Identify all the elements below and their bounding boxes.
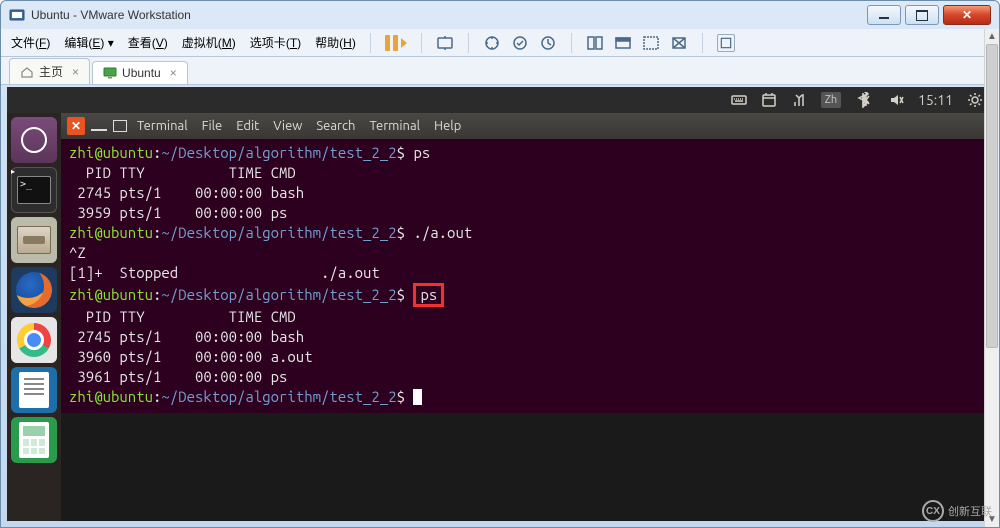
close-button[interactable] bbox=[943, 5, 991, 25]
snapshot-manager-icon[interactable] bbox=[539, 34, 557, 52]
terminal-minimize-button[interactable] bbox=[91, 121, 107, 131]
terminal-menu-help[interactable]: Help bbox=[434, 119, 461, 133]
launcher-files[interactable] bbox=[11, 217, 57, 263]
vmware-icon bbox=[9, 7, 25, 23]
library-icon[interactable] bbox=[717, 34, 735, 52]
snapshot-take-icon[interactable] bbox=[483, 34, 501, 52]
window-title: Ubuntu - VMware Workstation bbox=[31, 8, 867, 22]
menu-file[interactable]: 文件(F) bbox=[11, 34, 50, 51]
tab-home-label: 主页 bbox=[39, 63, 63, 80]
keyboard-indicator-icon[interactable] bbox=[731, 92, 747, 108]
terminal-menu-file[interactable]: File bbox=[202, 119, 223, 133]
unity-top-panel: Zh 15:11 bbox=[7, 87, 993, 113]
menu-tabs[interactable]: 选项卡(T) bbox=[250, 34, 301, 51]
pause-button[interactable] bbox=[385, 35, 407, 51]
launcher-firefox[interactable] bbox=[11, 267, 57, 313]
terminal-titlebar[interactable]: ✕ Terminal File Edit View Search Termina… bbox=[61, 113, 993, 139]
running-indicator-icon: ▸ bbox=[11, 167, 15, 176]
scroll-up-button[interactable]: ▲ bbox=[985, 29, 999, 44]
bluetooth-icon[interactable] bbox=[855, 92, 874, 108]
highlighted-command: ps bbox=[413, 283, 444, 307]
monitor-icon bbox=[103, 66, 117, 80]
scrollbar-thumb[interactable] bbox=[986, 44, 998, 348]
watermark-text: 创新互联 bbox=[948, 503, 992, 519]
guest-viewport[interactable]: Zh 15:11 ▸ >_ ✕ bbox=[7, 87, 993, 521]
console-view-icon[interactable] bbox=[642, 34, 660, 52]
tab-bar: 主页 × Ubuntu × bbox=[1, 57, 999, 85]
terminal-cursor bbox=[413, 389, 422, 405]
clock[interactable]: 15:11 bbox=[918, 92, 953, 108]
terminal-body[interactable]: zhi@ubuntu:~/Desktop/algorithm/test_2_2$… bbox=[61, 139, 993, 411]
scrollbar[interactable]: ▲ ▼ bbox=[984, 29, 999, 527]
terminal-menu-view[interactable]: View bbox=[273, 119, 302, 133]
fullscreen-icon[interactable] bbox=[586, 34, 604, 52]
window-titlebar[interactable]: Ubuntu - VMware Workstation bbox=[1, 1, 999, 29]
terminal-menubar: Terminal File Edit View Search Terminal … bbox=[137, 119, 461, 133]
maximize-button[interactable] bbox=[905, 5, 939, 25]
unity-launcher: ▸ >_ bbox=[7, 113, 61, 521]
launcher-writer[interactable] bbox=[11, 367, 57, 413]
launcher-terminal[interactable]: >_ bbox=[11, 167, 57, 213]
tab-ubuntu-label: Ubuntu bbox=[122, 66, 161, 80]
gear-icon[interactable] bbox=[967, 92, 983, 108]
terminal-window[interactable]: ✕ Terminal File Edit View Search Termina… bbox=[61, 113, 993, 413]
menubar: 文件(F) 编辑(E) ▾ 查看(V) 虚拟机(M) 选项卡(T) 帮助(H) bbox=[1, 29, 999, 57]
network-indicator-icon[interactable] bbox=[791, 92, 807, 108]
terminal-menu-terminal-1[interactable]: Terminal bbox=[137, 119, 188, 133]
toolbar-power bbox=[385, 35, 407, 51]
terminal-menu-edit[interactable]: Edit bbox=[236, 119, 259, 133]
menu-vm[interactable]: 虚拟机(M) bbox=[182, 34, 236, 51]
menu-view[interactable]: 查看(V) bbox=[128, 34, 168, 51]
launcher-calc[interactable] bbox=[11, 417, 57, 463]
sound-icon[interactable] bbox=[888, 92, 904, 108]
stretch-icon[interactable] bbox=[670, 34, 688, 52]
menu-help[interactable]: 帮助(H) bbox=[315, 34, 356, 51]
tab-ubuntu[interactable]: Ubuntu × bbox=[92, 61, 188, 84]
terminal-maximize-button[interactable] bbox=[113, 120, 127, 132]
send-keys-icon[interactable] bbox=[436, 34, 454, 52]
unity-icon[interactable] bbox=[614, 34, 632, 52]
launcher-dash[interactable] bbox=[11, 117, 57, 163]
terminal-menu-terminal-2[interactable]: Terminal bbox=[369, 119, 420, 133]
watermark: CX 创新互联 bbox=[922, 500, 992, 522]
tab-ubuntu-close[interactable]: × bbox=[170, 66, 177, 80]
launcher-chromium[interactable] bbox=[11, 317, 57, 363]
menu-edit[interactable]: 编辑(E) ▾ bbox=[64, 34, 113, 51]
app-window: Ubuntu - VMware Workstation 文件(F) 编辑(E) … bbox=[0, 0, 1000, 528]
calendar-indicator-icon[interactable] bbox=[761, 92, 777, 108]
ime-indicator[interactable]: Zh bbox=[821, 92, 841, 108]
terminal-menu-search[interactable]: Search bbox=[316, 119, 355, 133]
snapshot-revert-icon[interactable] bbox=[511, 34, 529, 52]
minimize-button[interactable] bbox=[867, 5, 901, 25]
watermark-logo: CX bbox=[922, 500, 944, 522]
home-icon bbox=[20, 65, 34, 79]
terminal-close-button[interactable]: ✕ bbox=[67, 117, 85, 135]
tab-home-close[interactable]: × bbox=[72, 65, 79, 79]
tab-home[interactable]: 主页 × bbox=[9, 58, 90, 84]
